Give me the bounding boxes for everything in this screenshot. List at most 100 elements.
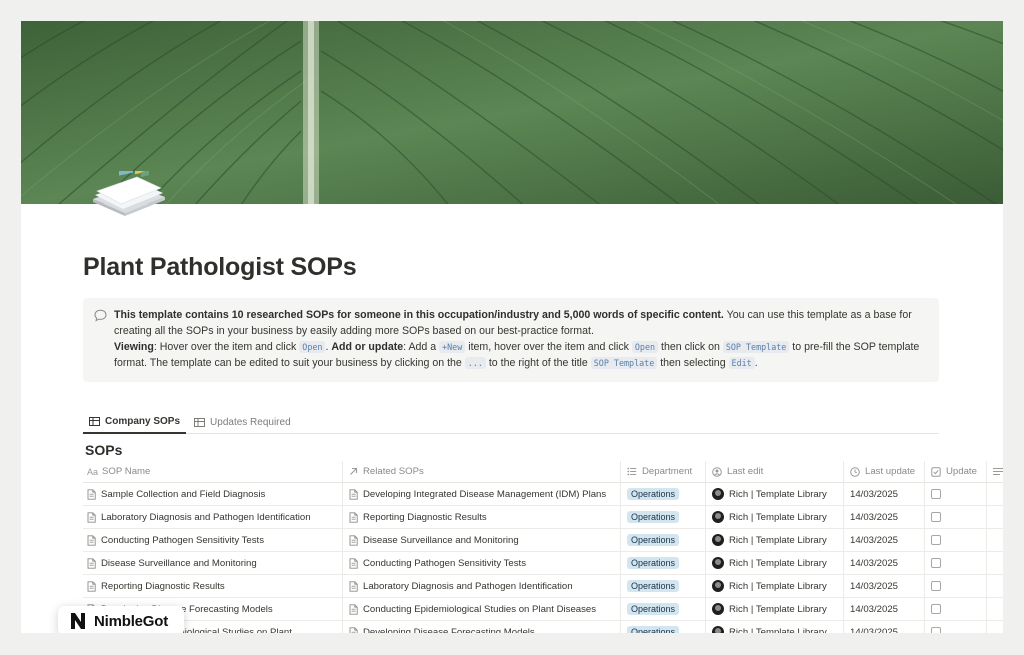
sop-template-code: SOP Template bbox=[722, 341, 790, 353]
edit-code: Edit bbox=[728, 357, 755, 369]
department-cell[interactable]: Operations bbox=[621, 598, 706, 620]
related-sop-link[interactable]: Developing Disease Forecasting Models bbox=[363, 627, 535, 634]
table-row[interactable]: Conducting Epidemiological Studies on Pl… bbox=[83, 621, 1003, 633]
checkbox-property-icon bbox=[931, 466, 941, 477]
tab-company-sops[interactable]: Company SOPs bbox=[83, 410, 187, 434]
last-update-cell: 14/03/2025 bbox=[844, 621, 925, 633]
page-icon bbox=[349, 603, 358, 615]
sop-name-cell[interactable]: Disease Surveillance and Monitoring bbox=[83, 552, 343, 574]
department-tag: Operations bbox=[627, 534, 680, 546]
related-sop-link[interactable]: Conducting Epidemiological Studies on Pl… bbox=[363, 604, 596, 615]
sop-name-cell[interactable]: Laboratory Diagnosis and Pathogen Identi… bbox=[83, 506, 343, 528]
related-sop-link[interactable]: Developing Integrated Disease Management… bbox=[363, 489, 606, 500]
related-sop-cell[interactable]: Conducting Pathogen Sensitivity Tests bbox=[343, 552, 621, 574]
last-update-date: 14/03/2025 bbox=[850, 488, 899, 500]
update-cell[interactable] bbox=[925, 506, 987, 528]
related-sop-cell[interactable]: Developing Disease Forecasting Models bbox=[343, 621, 621, 633]
database-title[interactable]: SOPs bbox=[85, 442, 122, 458]
table-row[interactable]: Reporting Diagnostic Results Laboratory D… bbox=[83, 575, 1003, 598]
sop-name-cell[interactable]: Sample Collection and Field Diagnosis bbox=[83, 483, 343, 505]
update-checkbox[interactable] bbox=[931, 604, 941, 614]
update-cell[interactable] bbox=[925, 575, 987, 597]
update-checkbox[interactable] bbox=[931, 581, 941, 591]
department-cell[interactable]: Operations bbox=[621, 529, 706, 551]
related-sop-cell[interactable]: Laboratory Diagnosis and Pathogen Identi… bbox=[343, 575, 621, 597]
database-view-tabs: Company SOPs Updates Required bbox=[83, 410, 939, 434]
clock-icon bbox=[850, 466, 860, 477]
last-edit-user: Rich | Template Library bbox=[729, 534, 827, 546]
column-header-update[interactable]: Update bbox=[925, 461, 987, 482]
column-header-department[interactable]: Department bbox=[621, 461, 706, 482]
related-sop-cell[interactable]: Conducting Epidemiological Studies on Pl… bbox=[343, 598, 621, 620]
table-row[interactable]: Laboratory Diagnosis and Pathogen Identi… bbox=[83, 506, 1003, 529]
column-header-related[interactable]: Related SOPs bbox=[343, 461, 621, 482]
update-cell[interactable] bbox=[925, 621, 987, 633]
tab-updates-required[interactable]: Updates Required bbox=[188, 410, 297, 434]
related-sop-link[interactable]: Conducting Pathogen Sensitivity Tests bbox=[363, 558, 526, 569]
sop-name-cell[interactable]: Conducting Pathogen Sensitivity Tests bbox=[83, 529, 343, 551]
page-title: Plant Pathologist SOPs bbox=[83, 253, 357, 281]
extra-cell bbox=[987, 483, 1003, 505]
last-edit-user: Rich | Template Library bbox=[729, 626, 827, 634]
column-header-last-update[interactable]: Last update bbox=[844, 461, 925, 482]
table-row[interactable]: Conducting Pathogen Sensitivity Tests Dis… bbox=[83, 529, 1003, 552]
info-callout: This template contains 10 researched SOP… bbox=[83, 298, 939, 382]
update-checkbox[interactable] bbox=[931, 489, 941, 499]
related-sop-cell[interactable]: Reporting Diagnostic Results bbox=[343, 506, 621, 528]
department-cell[interactable]: Operations bbox=[621, 506, 706, 528]
department-cell[interactable]: Operations bbox=[621, 552, 706, 574]
last-update-cell: 14/03/2025 bbox=[844, 529, 925, 551]
list-property-icon bbox=[627, 467, 637, 476]
related-sop-link[interactable]: Laboratory Diagnosis and Pathogen Identi… bbox=[363, 581, 573, 592]
related-sop-link[interactable]: Disease Surveillance and Monitoring bbox=[363, 535, 519, 546]
nimblegot-badge[interactable]: NimbleGot bbox=[58, 606, 184, 633]
related-sop-cell[interactable]: Developing Integrated Disease Management… bbox=[343, 483, 621, 505]
nimblegot-logo-icon bbox=[71, 613, 85, 629]
related-sop-cell[interactable]: Disease Surveillance and Monitoring bbox=[343, 529, 621, 551]
table-row[interactable]: Disease Surveillance and Monitoring Condu… bbox=[83, 552, 1003, 575]
callout-add-text-6: then selecting bbox=[657, 357, 729, 369]
extra-cell bbox=[987, 621, 1003, 633]
table-row[interactable]: Developing Disease Forecasting Models Con… bbox=[83, 598, 1003, 621]
last-edit-cell: Rich | Template Library bbox=[706, 621, 844, 633]
update-cell[interactable] bbox=[925, 483, 987, 505]
update-checkbox[interactable] bbox=[931, 627, 941, 633]
table-row[interactable]: Sample Collection and Field Diagnosis Dev… bbox=[83, 483, 1003, 506]
page-icon-documents[interactable] bbox=[89, 167, 169, 217]
avatar bbox=[712, 580, 724, 592]
column-header-last-edit[interactable]: Last edit bbox=[706, 461, 844, 482]
page-icon bbox=[349, 580, 358, 592]
department-tag: Operations bbox=[627, 511, 680, 523]
callout-intro-bold: This template contains 10 researched SOP… bbox=[114, 309, 724, 321]
sop-name-cell[interactable]: Reporting Diagnostic Results bbox=[83, 575, 343, 597]
sop-name: Reporting Diagnostic Results bbox=[101, 580, 225, 592]
table-view-icon bbox=[194, 417, 206, 427]
department-tag: Operations bbox=[627, 603, 680, 615]
related-sop-link[interactable]: Reporting Diagnostic Results bbox=[363, 512, 487, 523]
page-icon bbox=[349, 557, 358, 569]
callout-add-label: Add or update bbox=[331, 341, 404, 353]
last-edit-cell: Rich | Template Library bbox=[706, 506, 844, 528]
callout-add-text-1: : Add a bbox=[403, 341, 440, 353]
table-header: Aa SOP Name Related SOPs Department Last… bbox=[83, 461, 1003, 483]
last-edit-cell: Rich | Template Library bbox=[706, 575, 844, 597]
department-cell[interactable]: Operations bbox=[621, 575, 706, 597]
update-cell[interactable] bbox=[925, 598, 987, 620]
new-code: +New bbox=[439, 341, 466, 353]
update-checkbox[interactable] bbox=[931, 558, 941, 568]
column-header-name[interactable]: Aa SOP Name bbox=[83, 461, 343, 482]
dots-code: ... bbox=[464, 357, 486, 369]
document-stack-icon bbox=[93, 167, 165, 216]
extra-cell bbox=[987, 529, 1003, 551]
page-icon bbox=[349, 626, 358, 633]
callout-text: This template contains 10 researched SOP… bbox=[114, 309, 920, 369]
update-checkbox[interactable] bbox=[931, 512, 941, 522]
column-header-more[interactable] bbox=[987, 461, 1003, 482]
update-cell[interactable] bbox=[925, 552, 987, 574]
update-checkbox[interactable] bbox=[931, 535, 941, 545]
department-cell[interactable]: Operations bbox=[621, 483, 706, 505]
last-edit-user: Rich | Template Library bbox=[729, 488, 827, 500]
department-cell[interactable]: Operations bbox=[621, 621, 706, 633]
update-cell[interactable] bbox=[925, 529, 987, 551]
avatar bbox=[712, 534, 724, 546]
